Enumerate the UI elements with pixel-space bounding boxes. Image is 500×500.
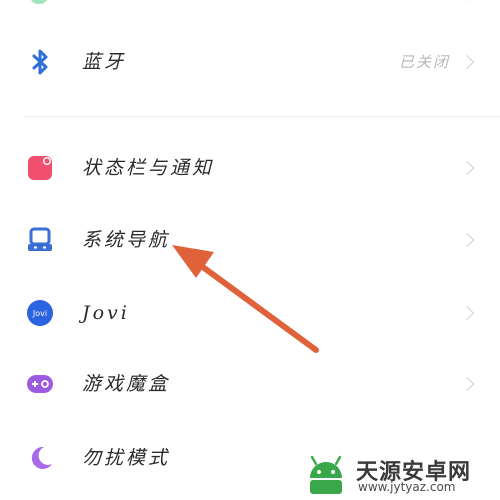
chevron-right-icon: [459, 54, 475, 70]
status-bar-icon: [26, 154, 54, 182]
game-box-icon: [26, 370, 54, 398]
settings-item-label: Jovi: [82, 302, 130, 324]
settings-item-game-box[interactable]: 游戏魔盒: [0, 354, 500, 414]
bluetooth-icon: [26, 48, 54, 76]
android-logo-icon: [310, 455, 342, 494]
settings-item-system-navigation[interactable]: 系统导航: [0, 210, 500, 270]
settings-item-label: 蓝牙: [82, 51, 127, 73]
settings-screen: 蓝牙 已关闭 状态栏与通知 系统导航 Jovi Jovi 游戏魔盒 勿扰模式 天…: [0, 0, 500, 500]
chevron-right-icon: [459, 305, 475, 321]
watermark-url: www.jytyaz.com: [358, 480, 456, 494]
navigation-icon: [26, 226, 54, 254]
chevron-right-icon: [459, 376, 475, 392]
section-divider: [24, 116, 500, 117]
partial-row-top[interactable]: [0, 0, 500, 6]
watermark-logo: 天源安卓网 www.jytyaz.com: [300, 448, 500, 500]
chevron-right-icon: [459, 232, 475, 248]
moon-icon: [26, 444, 54, 472]
settings-item-jovi[interactable]: Jovi Jovi: [0, 283, 500, 343]
bluetooth-status-value: 已关闭: [398, 53, 450, 71]
settings-item-label: 游戏魔盒: [82, 373, 171, 395]
chevron-right-icon: [460, 0, 473, 1]
settings-item-status-bar[interactable]: 状态栏与通知: [0, 138, 500, 198]
chevron-right-icon: [459, 160, 475, 176]
wlan-icon: [30, 0, 48, 4]
settings-item-label: 状态栏与通知: [82, 157, 215, 179]
settings-item-label: 勿扰模式: [82, 447, 171, 469]
jovi-icon: Jovi: [26, 299, 54, 327]
jovi-icon-text: Jovi: [32, 309, 47, 318]
settings-item-label: 系统导航: [82, 229, 171, 251]
settings-item-bluetooth[interactable]: 蓝牙 已关闭: [0, 32, 500, 92]
